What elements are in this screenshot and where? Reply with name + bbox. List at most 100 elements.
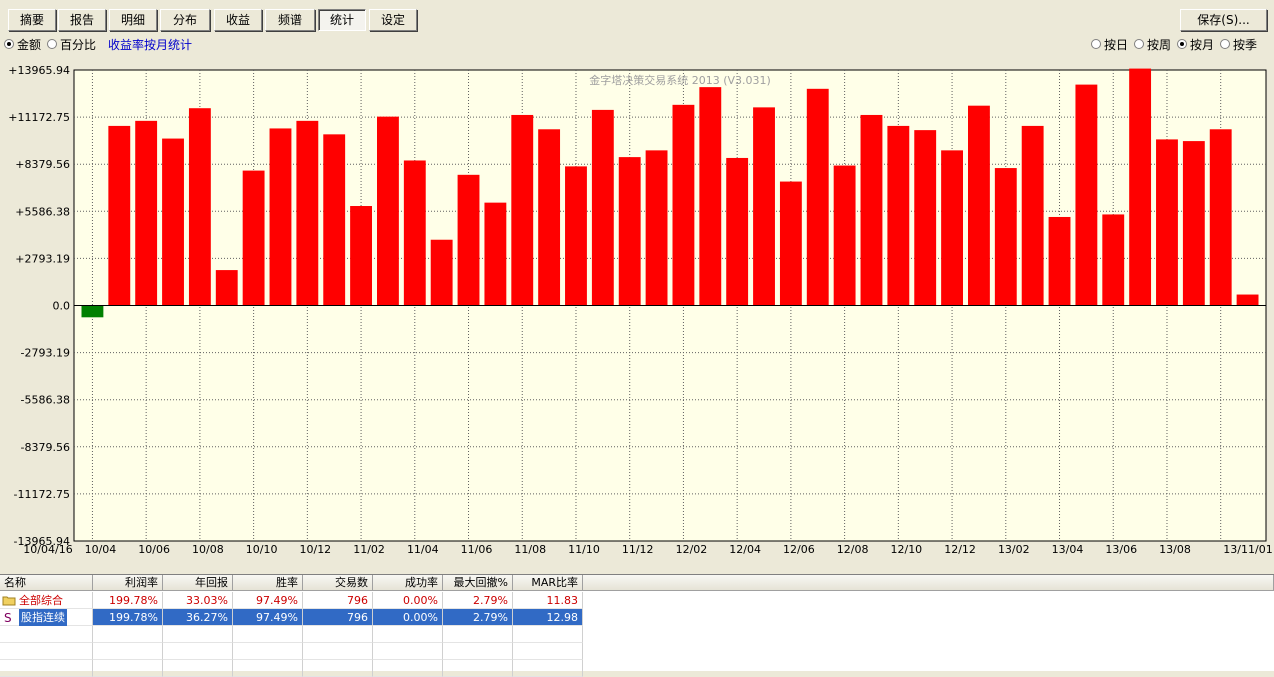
- bar-19: [591, 109, 614, 306]
- bar-10: [350, 206, 372, 306]
- column-header-7[interactable]: MAR比率: [513, 575, 583, 591]
- bar-3: [162, 138, 184, 306]
- row-cell-3: 97.49%: [233, 609, 303, 626]
- empty-cell: [303, 643, 373, 660]
- bar-17: [538, 129, 561, 306]
- radio-unchecked-icon: [47, 39, 58, 49]
- tab-3[interactable]: 分布: [160, 9, 210, 31]
- column-header-4[interactable]: 交易数: [303, 575, 373, 591]
- tab-4[interactable]: 收益: [214, 9, 262, 31]
- x-tick-label: 10/08: [192, 543, 224, 556]
- bar-36: [1048, 216, 1071, 306]
- y-tick-label: +8379.56: [15, 158, 70, 171]
- tab-1[interactable]: 报告: [58, 9, 106, 31]
- x-tick-label: 10/04: [85, 543, 117, 556]
- bar-39: [1129, 68, 1152, 306]
- tab-2[interactable]: 明细: [109, 9, 157, 31]
- bar-41: [1182, 141, 1205, 306]
- bar-6: [242, 170, 265, 306]
- row-cell-7: 11.83: [513, 592, 583, 609]
- bar-2: [135, 120, 158, 306]
- empty-cell: [443, 626, 513, 643]
- column-header-6[interactable]: 最大回撤%: [443, 575, 513, 591]
- tab-6[interactable]: 统计: [318, 9, 366, 31]
- radio-checked-icon: [4, 39, 14, 49]
- row-name: 全部综合: [19, 593, 63, 607]
- monthly-return-link[interactable]: 收益率按月统计: [108, 36, 192, 53]
- bar-43: [1236, 294, 1259, 306]
- bar-29: [860, 114, 883, 306]
- bar-22: [672, 104, 695, 306]
- bar-30: [887, 125, 910, 306]
- empty-row: [0, 660, 583, 677]
- empty-cell: [513, 643, 583, 660]
- empty-cell: [93, 660, 163, 677]
- x-tick-label: 13/11/01: [1223, 543, 1272, 556]
- period-quarter-radio[interactable]: 按季: [1220, 36, 1257, 53]
- tab-0[interactable]: 摘要: [8, 9, 56, 31]
- y-tick-label: +13965.94: [8, 64, 70, 77]
- bar-28: [833, 165, 856, 306]
- bar-24: [726, 157, 749, 306]
- tab-5[interactable]: 频谱: [265, 9, 315, 31]
- column-header-0[interactable]: 名称: [0, 575, 93, 591]
- empty-row: [0, 643, 583, 660]
- row-name-cell: 全部综合: [0, 592, 93, 609]
- bar-1: [108, 125, 131, 306]
- bar-14: [457, 174, 480, 306]
- row-name-cell: S 股指连续: [0, 608, 93, 626]
- x-tick-label: 12/08: [837, 543, 869, 556]
- bar-16: [511, 114, 534, 306]
- bar-7: [269, 128, 292, 306]
- bar-38: [1102, 214, 1125, 306]
- bar-12: [403, 160, 426, 306]
- x-tick-label: 12/06: [783, 543, 815, 556]
- mode-amount-radio[interactable]: 金额: [4, 36, 41, 53]
- period-week-radio[interactable]: 按周: [1134, 36, 1171, 53]
- bar-33: [968, 105, 990, 306]
- table-row[interactable]: 全部综合 199.78% 33.03% 97.49% 796 0.00% 2.79% 11.8…: [0, 592, 583, 609]
- y-tick-label: -11172.75: [14, 488, 70, 501]
- save-button[interactable]: 保存(S)...: [1180, 9, 1267, 31]
- x-tick-label: 13/08: [1159, 543, 1191, 556]
- table-row[interactable]: S 股指连续 199.78% 36.27% 97.49% 796 0.00% 2.79% 12.…: [0, 608, 583, 626]
- empty-cell: [0, 643, 93, 660]
- column-header-2[interactable]: 年回报: [163, 575, 233, 591]
- column-header-5[interactable]: 成功率: [373, 575, 443, 591]
- watermark-text: 金字塔决策交易系统 2013 (V3.031): [589, 73, 771, 87]
- row-cell-5: 0.00%: [373, 609, 443, 626]
- mode-percent-radio[interactable]: 百分比: [47, 36, 96, 53]
- bar-32: [941, 150, 963, 306]
- y-tick-label: +11172.75: [8, 111, 70, 124]
- x-tick-label: 10/10: [246, 543, 278, 556]
- mode-options: 金额 百分比 收益率按月统计: [4, 36, 192, 52]
- empty-cell: [233, 643, 303, 660]
- bar-5: [215, 270, 238, 306]
- x-tick-label: 10/04/16: [23, 543, 72, 556]
- empty-cell: [373, 626, 443, 643]
- y-tick-label: 0.0: [53, 300, 71, 313]
- row-name: 股指连续: [19, 608, 67, 626]
- bar-40: [1156, 139, 1178, 306]
- tab-7[interactable]: 设定: [369, 9, 417, 31]
- bar-8: [296, 120, 319, 306]
- column-header-1[interactable]: 利润率: [93, 575, 163, 591]
- row-cell-3: 97.49%: [233, 592, 303, 609]
- period-day-radio[interactable]: 按日: [1091, 36, 1128, 53]
- empty-cell: [163, 643, 233, 660]
- header-filler: [583, 575, 1274, 591]
- x-tick-label: 12/12: [944, 543, 976, 556]
- row-cell-1: 199.78%: [93, 592, 163, 609]
- period-month-radio[interactable]: 按月: [1177, 36, 1214, 53]
- empty-cell: [513, 660, 583, 677]
- empty-cell: [373, 643, 443, 660]
- row-cell-6: 2.79%: [443, 592, 513, 609]
- x-tick-label: 12/02: [676, 543, 708, 556]
- bar-20: [618, 157, 641, 306]
- x-tick-label: 11/12: [622, 543, 654, 556]
- empty-cell: [93, 626, 163, 643]
- radio-unchecked-icon: [1220, 39, 1231, 49]
- x-tick-label: 13/06: [1105, 543, 1137, 556]
- x-tick-label: 11/10: [568, 543, 600, 556]
- column-header-3[interactable]: 胜率: [233, 575, 303, 591]
